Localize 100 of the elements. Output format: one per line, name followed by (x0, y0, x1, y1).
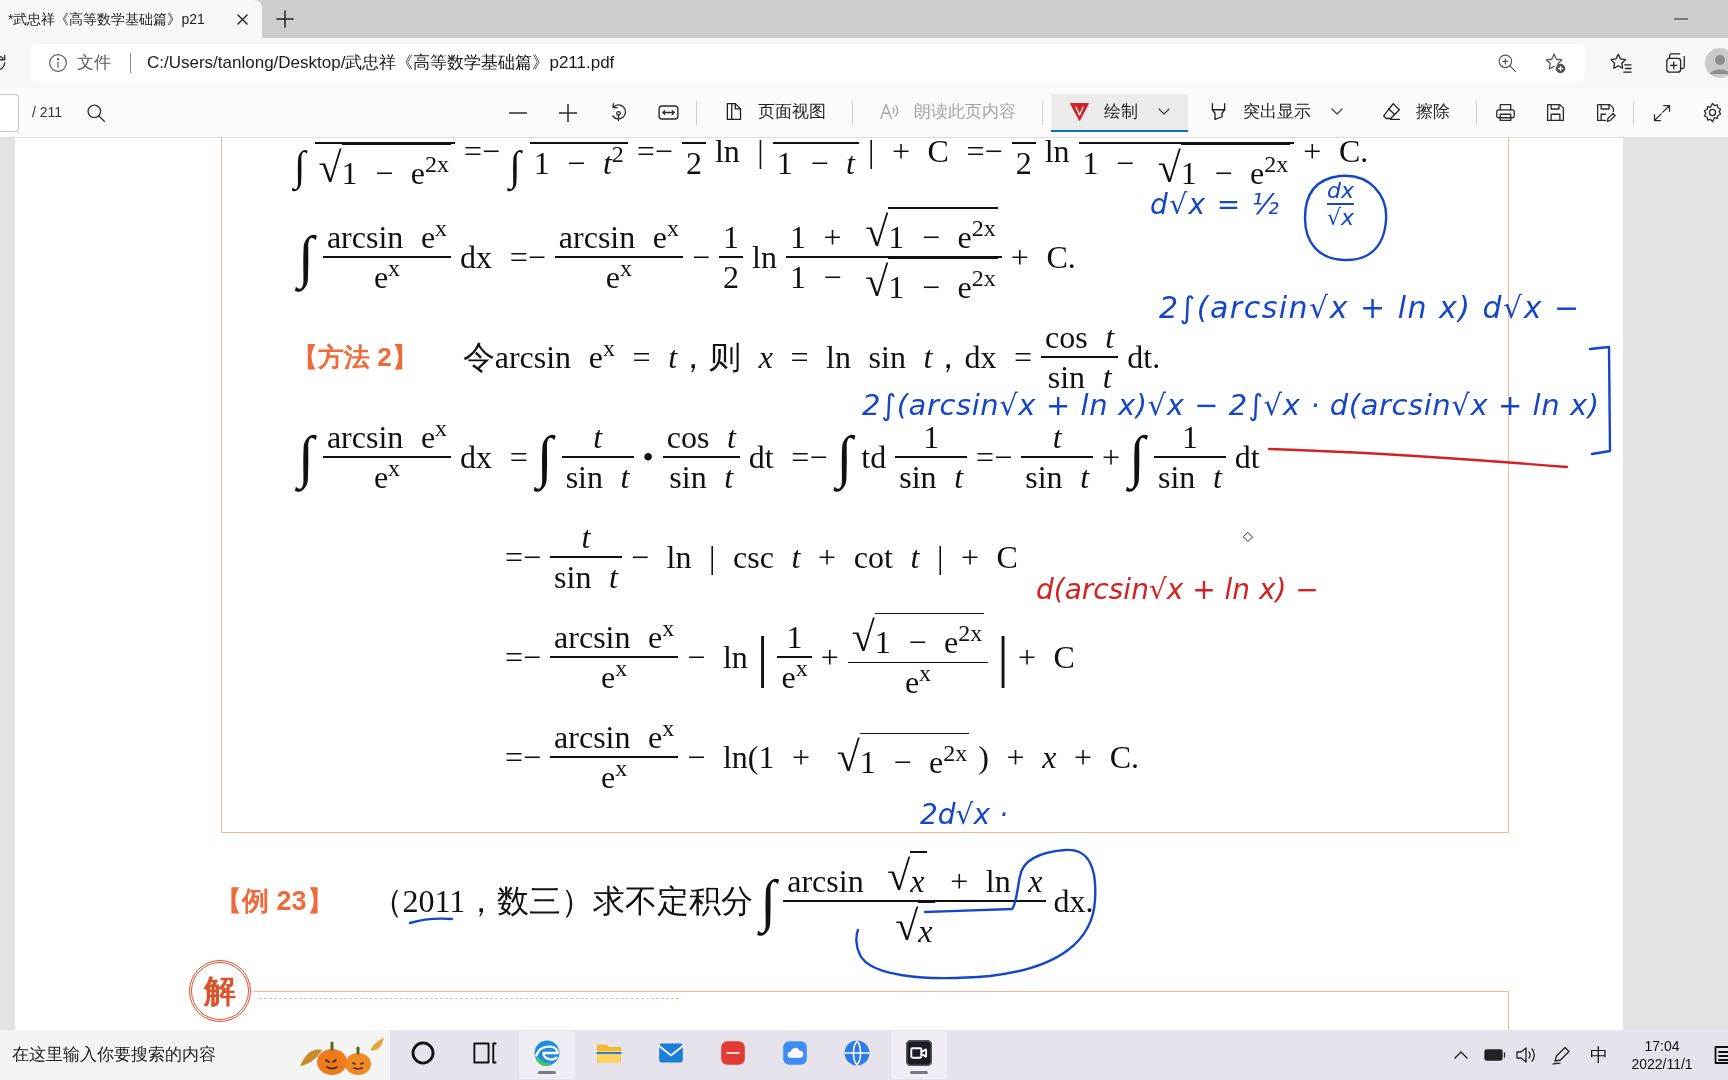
formula-text: x (918, 912, 933, 951)
formula-text: dx = (460, 437, 528, 477)
close-icon[interactable] (237, 13, 248, 25)
formula-symbol: | (756, 622, 769, 691)
formula-text: ln | (714, 138, 764, 167)
radical-sign: √ (895, 902, 919, 951)
tab[interactable]: *武忠祥《高等数学基础篇》p21 (0, 0, 262, 38)
app-tile-icon (720, 1040, 746, 1066)
expand-icon (1652, 102, 1673, 123)
clock-button[interactable]: 17:04 2022/11/1 (1625, 1036, 1699, 1074)
read-aloud-icon (879, 101, 901, 122)
formula-symbol: ∫ (294, 138, 306, 195)
video-app-button[interactable] (891, 1031, 947, 1079)
radical-sign: √ (865, 258, 889, 307)
formula-text: + C. (1010, 237, 1076, 277)
formula-text: − ln (687, 637, 748, 677)
radical-sign: √ (851, 613, 875, 662)
formula-text: =− (505, 637, 542, 677)
formula-text: e$^{x}$ (373, 257, 401, 297)
formula-text: =− (505, 537, 542, 577)
address-bar[interactable]: 文件 C:/Users/tanlong/Desktop/武忠祥《高等数学基础篇》p211.pdf (30, 44, 1585, 82)
avatar-icon[interactable] (1705, 48, 1728, 78)
formula-text: ln (1044, 138, 1070, 167)
chevron-down-icon[interactable] (1331, 108, 1344, 115)
solution-stamp: 解 (189, 960, 251, 1022)
zoom-in-icon[interactable] (1497, 53, 1517, 73)
radical-sign: √ (318, 144, 342, 193)
task-view-icon (472, 1040, 498, 1066)
erase-button[interactable]: 擦除 (1363, 93, 1469, 132)
page-count: / 211 (32, 103, 63, 122)
formula-text: arcsin e$^{x}$ (326, 217, 448, 257)
battery-icon[interactable] (1484, 1049, 1506, 1061)
formula-text: sin t (1157, 457, 1222, 497)
formula-text: e$^{x}$ (601, 757, 628, 797)
chevron-up-icon[interactable] (1454, 1051, 1468, 1059)
save-icon (1544, 102, 1566, 123)
collections-icon[interactable] (1665, 52, 1687, 74)
example-label: 【例 23】 (215, 884, 334, 918)
formula-text: e$^{x}$ (373, 457, 401, 497)
formula-text: + (820, 637, 839, 677)
formula-text: arcsin e$^{x}$ (554, 617, 675, 657)
page-view-button[interactable]: 页面视图 (705, 93, 845, 132)
pen-icon (1069, 101, 1091, 122)
handwritten-note: 2d√x · (920, 798, 1008, 832)
url-text: C:/Users/tanlong/Desktop/武忠祥《高等数学基础篇》p211.pdf (147, 52, 615, 75)
formula-text: + C (1017, 637, 1075, 677)
formula-text: sin t (1025, 457, 1089, 497)
formula-text: − (692, 237, 711, 277)
formula-text: dx. (1053, 881, 1094, 921)
formula-text: 1 − e$^{2x}$ (341, 154, 450, 193)
browser-app-button[interactable] (519, 1031, 575, 1079)
highlight-button[interactable]: 突出显示 (1190, 93, 1362, 132)
formula-text: e$^{x}$ (781, 657, 808, 697)
formula-text: =− (464, 138, 501, 167)
save-as-icon (1594, 102, 1616, 123)
ime-button[interactable]: 中 (1584, 1041, 1614, 1069)
formula-text: e$^{x}$ (904, 663, 932, 702)
formula-text: 1 − (789, 257, 843, 297)
new-tab-icon[interactable] (276, 10, 294, 28)
formula-text: =− (505, 737, 542, 777)
formula-text: ln (752, 237, 777, 277)
draw-button[interactable]: 绘制 (1051, 93, 1189, 132)
formula-text: − ln(1 + (687, 737, 812, 777)
formula-text: =− (636, 138, 673, 167)
site-info-button[interactable]: 文件 (48, 50, 111, 76)
chevron-down-icon[interactable] (1158, 108, 1171, 115)
formula-text: sin t (554, 557, 618, 597)
formula-text: 1 − t$^{2}$ (533, 143, 624, 182)
formula-text: e$^{x}$ (605, 257, 632, 297)
formula-text: 1 − e$^{2x}$ (1180, 154, 1289, 191)
list-icon[interactable] (1714, 1045, 1728, 1065)
search-icon[interactable] (86, 102, 107, 123)
formula-text: arcsin e$^{x}$ (558, 217, 680, 257)
page-number-field[interactable] (0, 93, 19, 132)
search-field[interactable]: 在这里输入你要搜索的内容 (0, 1030, 390, 1080)
handwritten-note: d(arcsin√x + ln x) − (1036, 573, 1319, 607)
formula-text: 2 (685, 143, 702, 182)
cursor-icon (1243, 532, 1253, 542)
settings-icon (1701, 102, 1723, 123)
handwritten-note: 2∫(arcsin√x + ln x) d√x − (1159, 290, 1581, 326)
radical-sign: √ (865, 207, 889, 257)
pen-icon[interactable] (1552, 1045, 1572, 1065)
formula-text: dt =− (748, 437, 828, 477)
formula-text: td (861, 437, 887, 477)
formula-text: dt. (1127, 337, 1161, 377)
zoom-out-icon (509, 111, 528, 114)
formula-text: 1 (786, 617, 803, 657)
speaker-icon[interactable] (1516, 1046, 1536, 1064)
eraser-icon (1381, 101, 1403, 122)
add-favorite-icon[interactable] (1544, 52, 1566, 74)
cloud-icon (782, 1040, 808, 1066)
favorites-icon[interactable] (1610, 52, 1632, 74)
handwritten-fraction: dx √x (1327, 178, 1355, 231)
formula-text: 2 (723, 257, 740, 297)
formula-symbol: ∫ (509, 138, 521, 195)
formula-text: − ln | csc t + cot t | + C (630, 537, 1018, 577)
formula-text: 1 − e$^{2x}$ (888, 268, 996, 307)
printer-icon (1494, 102, 1516, 123)
video-camera-icon (906, 1040, 932, 1066)
formula-text: cos t (1045, 317, 1115, 357)
